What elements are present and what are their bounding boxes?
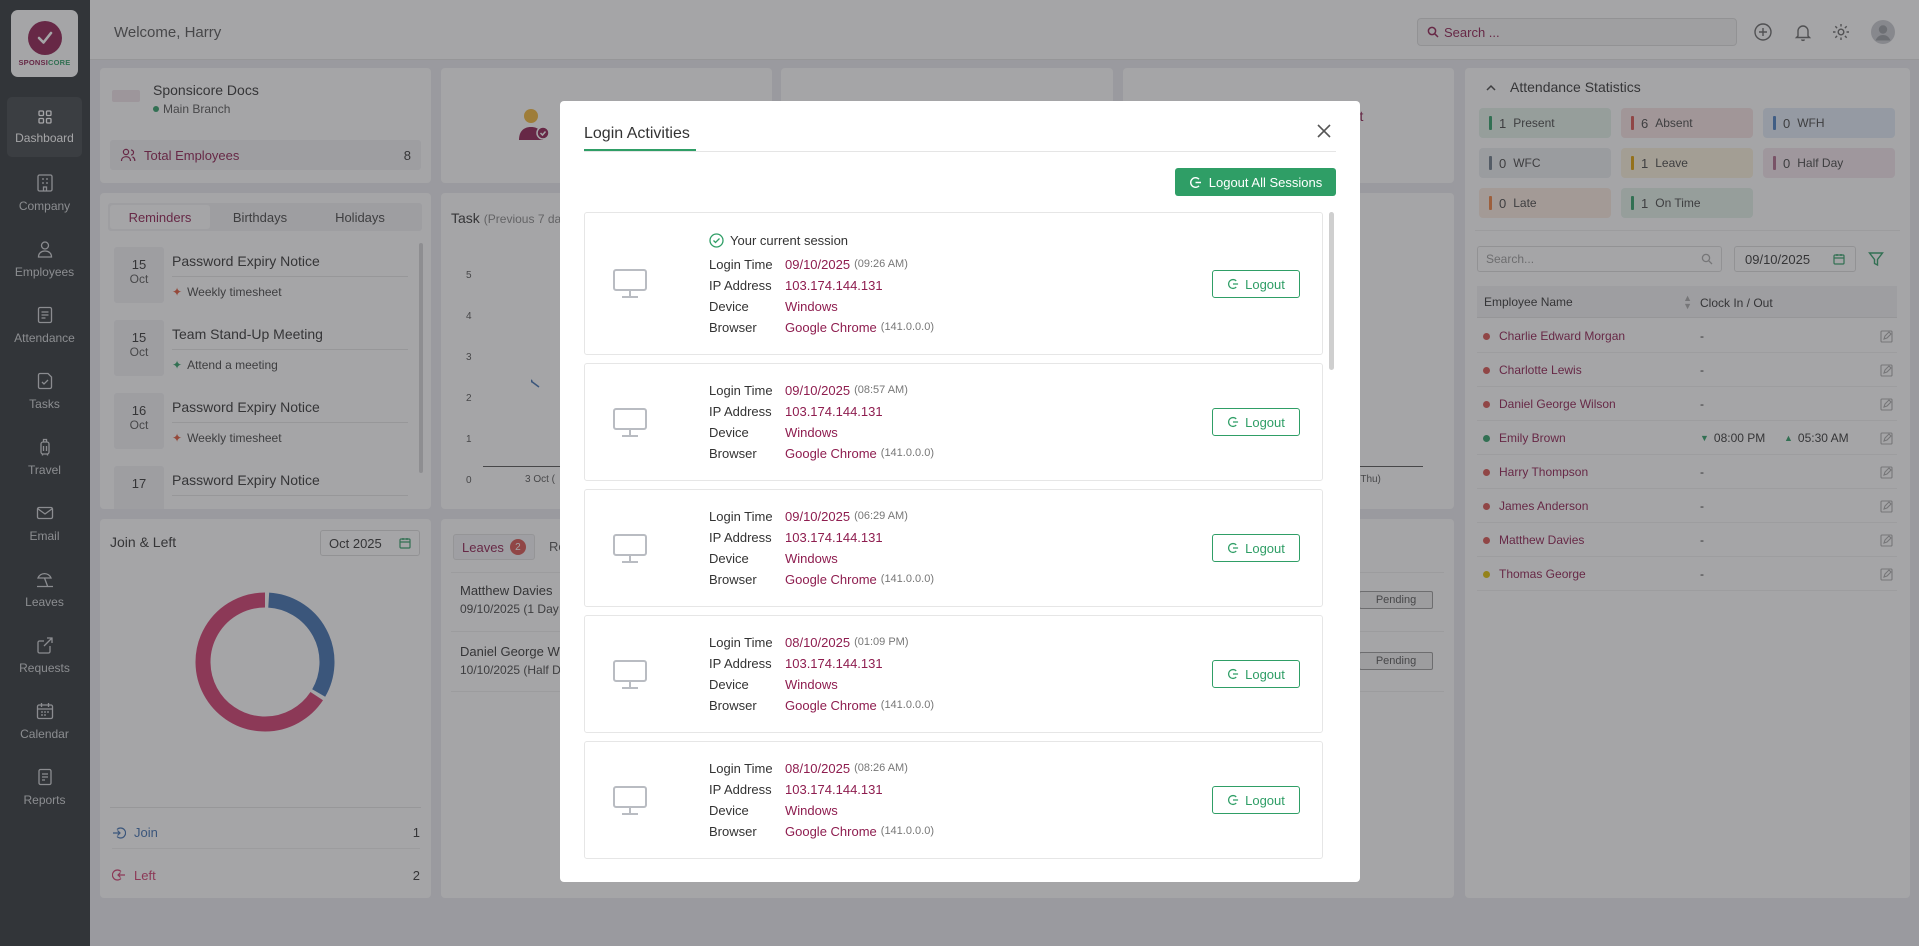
browser-value: Google Chrome (785, 572, 877, 587)
logout-session-button[interactable]: Logout (1212, 786, 1300, 814)
monitor-icon (613, 269, 647, 298)
browser-version: (141.0.0.0) (880, 447, 934, 459)
browser-version: (141.0.0.0) (880, 321, 934, 333)
session-card: Login Time 08/10/2025 (08:26 AM) IP Addres… (584, 741, 1323, 859)
device-row: Device Windows (709, 677, 838, 692)
logout-label: Logout (1245, 666, 1285, 682)
session-card: Login Time 08/10/2025 (01:09 PM) IP Addres… (584, 615, 1323, 733)
logout-label: Logout (1245, 276, 1285, 292)
device-value: Windows (785, 677, 838, 692)
logout-icon (1228, 542, 1239, 554)
logout-label: Logout (1245, 792, 1285, 808)
device-row: Device Windows (709, 425, 838, 440)
login-clock: (01:09 PM) (854, 636, 909, 648)
logout-icon (1228, 278, 1239, 290)
session-list: Your current session Login Time 09/10/202… (584, 212, 1336, 862)
login-activities-modal: Login Activities Logout All Sessions You… (560, 101, 1360, 882)
modal-title: Login Activities (584, 125, 690, 142)
browser-version: (141.0.0.0) (880, 825, 934, 837)
login-time-row: Login Time 09/10/2025 (09:26 AM) (709, 257, 908, 272)
browser-row: Browser Google Chrome (141.0.0.0) (709, 446, 934, 461)
ip-row: IP Address 103.174.144.131 (709, 782, 883, 797)
login-time-row: Login Time 08/10/2025 (01:09 PM) (709, 635, 909, 650)
monitor-icon (613, 534, 647, 563)
browser-version: (141.0.0.0) (880, 699, 934, 711)
login-date: 08/10/2025 (785, 635, 851, 650)
login-date: 09/10/2025 (785, 509, 851, 524)
device-row: Device Windows (709, 299, 838, 314)
logout-all-label: Logout All Sessions (1208, 174, 1323, 190)
monitor-icon (613, 408, 647, 437)
login-date: 09/10/2025 (785, 257, 851, 272)
login-time-row: Login Time 09/10/2025 (08:57 AM) (709, 383, 908, 398)
logout-session-button[interactable]: Logout (1212, 534, 1300, 562)
close-icon[interactable] (1316, 123, 1332, 139)
browser-row: Browser Google Chrome (141.0.0.0) (709, 824, 934, 839)
browser-row: Browser Google Chrome (141.0.0.0) (709, 698, 934, 713)
logout-session-button[interactable]: Logout (1212, 408, 1300, 436)
ip-row: IP Address 103.174.144.131 (709, 656, 883, 671)
device-value: Windows (785, 803, 838, 818)
divider (584, 151, 1336, 152)
modal-scrollbar[interactable] (1329, 212, 1334, 370)
browser-value: Google Chrome (785, 824, 877, 839)
ip-value: 103.174.144.131 (785, 404, 883, 419)
login-clock: (06:29 AM) (854, 510, 908, 522)
logout-all-sessions-button[interactable]: Logout All Sessions (1175, 168, 1336, 196)
browser-row: Browser Google Chrome (141.0.0.0) (709, 320, 934, 335)
browser-version: (141.0.0.0) (880, 573, 934, 585)
login-time-row: Login Time 09/10/2025 (06:29 AM) (709, 509, 908, 524)
browser-value: Google Chrome (785, 698, 877, 713)
logout-icon (1228, 794, 1239, 806)
device-value: Windows (785, 299, 838, 314)
logout-session-button[interactable]: Logout (1212, 270, 1300, 298)
login-clock: (09:26 AM) (854, 258, 908, 270)
device-row: Device Windows (709, 803, 838, 818)
logout-icon (1228, 668, 1239, 680)
logout-label: Logout (1245, 540, 1285, 556)
ip-value: 103.174.144.131 (785, 278, 883, 293)
ip-value: 103.174.144.131 (785, 530, 883, 545)
current-session-label: Your current session (730, 233, 849, 248)
ip-value: 103.174.144.131 (785, 656, 883, 671)
login-date: 08/10/2025 (785, 761, 851, 776)
logout-session-button[interactable]: Logout (1212, 660, 1300, 688)
monitor-icon (613, 786, 647, 815)
browser-row: Browser Google Chrome (141.0.0.0) (709, 572, 934, 587)
device-row: Device Windows (709, 551, 838, 566)
logout-icon (1228, 416, 1239, 428)
session-card: Login Time 09/10/2025 (06:29 AM) IP Addres… (584, 489, 1323, 607)
logout-icon (1189, 176, 1201, 188)
session-card: Your current session Login Time 09/10/202… (584, 212, 1323, 355)
browser-value: Google Chrome (785, 320, 877, 335)
ip-row: IP Address 103.174.144.131 (709, 278, 883, 293)
device-value: Windows (785, 425, 838, 440)
ip-value: 103.174.144.131 (785, 782, 883, 797)
login-clock: (08:26 AM) (854, 762, 908, 774)
current-session-indicator: Your current session (709, 233, 848, 248)
monitor-icon (613, 660, 647, 689)
login-clock: (08:57 AM) (854, 384, 908, 396)
check-circle-icon (709, 233, 724, 248)
title-underline (584, 149, 696, 151)
logout-label: Logout (1245, 414, 1285, 430)
ip-row: IP Address 103.174.144.131 (709, 404, 883, 419)
ip-row: IP Address 103.174.144.131 (709, 530, 883, 545)
login-time-row: Login Time 08/10/2025 (08:26 AM) (709, 761, 908, 776)
login-date: 09/10/2025 (785, 383, 851, 398)
device-value: Windows (785, 551, 838, 566)
browser-value: Google Chrome (785, 446, 877, 461)
session-card: Login Time 09/10/2025 (08:57 AM) IP Addres… (584, 363, 1323, 481)
